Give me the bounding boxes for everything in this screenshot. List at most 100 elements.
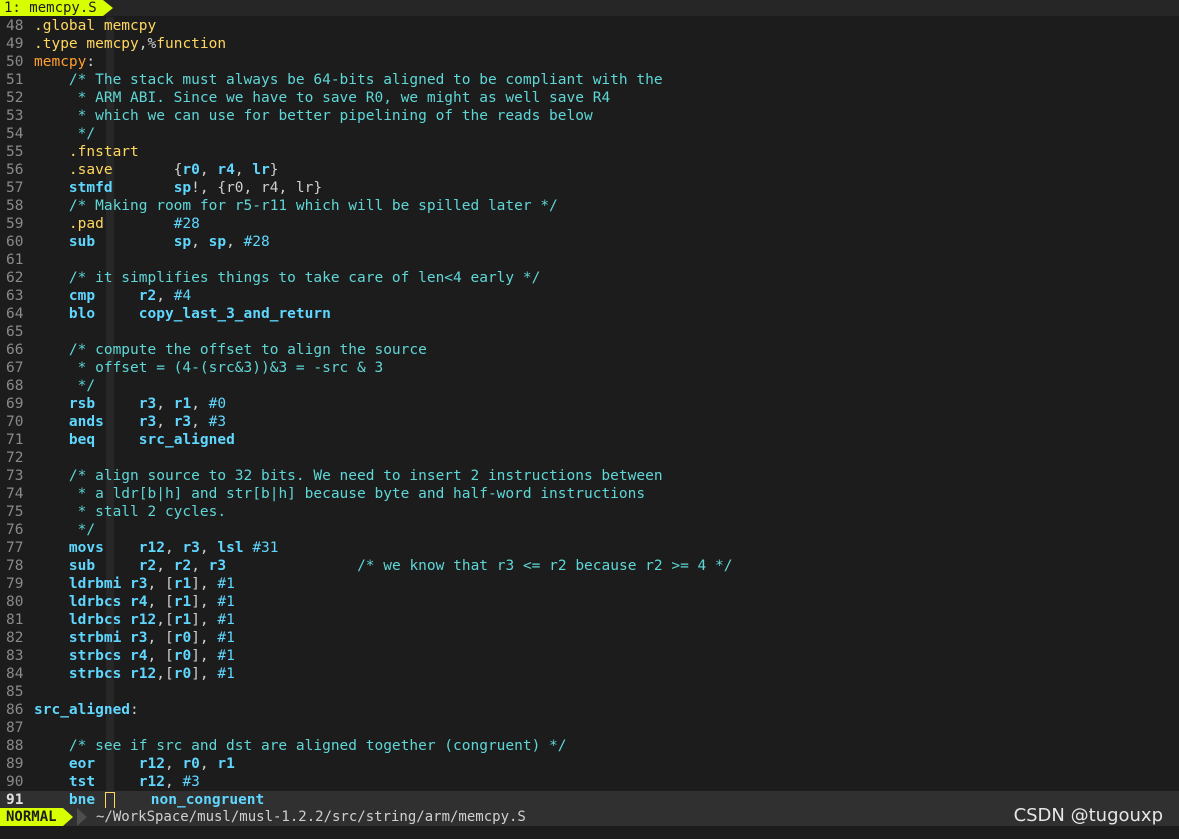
- line-number: 68: [6, 378, 24, 394]
- code-line[interactable]: 56 .save {r0, r4, lr}: [0, 161, 1179, 179]
- code-line[interactable]: 75 * stall 2 cycles.: [0, 503, 1179, 521]
- code-line[interactable]: 63 cmp r2, #4: [0, 287, 1179, 305]
- code-token: #1: [217, 666, 235, 682]
- code-token: ,[: [156, 666, 174, 682]
- line-number: 74: [6, 486, 24, 502]
- code-text: /* Making room for r5-r11 which will be …: [34, 198, 558, 214]
- code-token: blo: [68, 306, 96, 322]
- code-line[interactable]: 71 beq src_aligned: [0, 431, 1179, 449]
- code-line[interactable]: 51 /* The stack must always be 64-bits a…: [0, 71, 1179, 89]
- code-line[interactable]: 48 .global memcpy: [0, 17, 1179, 35]
- code-token: rsb: [68, 396, 96, 412]
- code-token: {: [112, 162, 183, 178]
- code-token: ,: [191, 558, 209, 574]
- code-editor[interactable]: 48 .global memcpy 49 .type memcpy,%function…: [0, 17, 1179, 809]
- code-token: #1: [217, 576, 235, 592]
- code-line[interactable]: 67 * offset = (4-(src&3))&3 = -src & 3: [0, 359, 1179, 377]
- code-token: r2: [138, 288, 157, 304]
- code-line[interactable]: 88 /* see if src and dst are aligned tog…: [0, 737, 1179, 755]
- mode-indicator: NORMAL: [0, 808, 63, 826]
- code-token: strbmi: [68, 630, 122, 646]
- code-token: sub: [68, 558, 96, 574]
- code-line[interactable]: 55 .fnstart: [0, 143, 1179, 161]
- code-line[interactable]: 49 .type memcpy,%function: [0, 35, 1179, 53]
- code-line[interactable]: 53 * which we can use for better pipelin…: [0, 107, 1179, 125]
- code-line[interactable]: 78 sub r2, r2, r3 /* we know that r3 <= …: [0, 557, 1179, 575]
- code-token: sp: [173, 180, 192, 196]
- code-line[interactable]: 74 * a ldr[b|h] and str[b|h] because byt…: [0, 485, 1179, 503]
- code-token: r0: [173, 666, 192, 682]
- watermark: CSDN @tugouxp: [1013, 805, 1163, 826]
- code-token: r0: [173, 630, 192, 646]
- code-line[interactable]: 52 * ARM ABI. Since we have to save R0, …: [0, 89, 1179, 107]
- code-line[interactable]: 87: [0, 719, 1179, 737]
- code-line[interactable]: 61: [0, 251, 1179, 269]
- code-token: strbcs: [68, 666, 122, 682]
- code-text: beq src_aligned: [34, 432, 235, 448]
- code-line[interactable]: 57 stmfd sp!, {r0, r4, lr}: [0, 179, 1179, 197]
- code-text: .save {r0, r4, lr}: [34, 162, 279, 178]
- code-line[interactable]: 68 */: [0, 377, 1179, 395]
- code-token: ,: [156, 288, 174, 304]
- code-token: r12: [138, 774, 165, 790]
- code-line[interactable]: 79 ldrbmi r3, [r1], #1: [0, 575, 1179, 593]
- code-text: tst r12, #3: [34, 774, 200, 790]
- code-line[interactable]: 62 /* it simplifies things to take care …: [0, 269, 1179, 287]
- code-line[interactable]: 72: [0, 449, 1179, 467]
- line-number: 56: [6, 162, 24, 178]
- line-number: 82: [6, 630, 24, 646]
- code-line[interactable]: 54 */: [0, 125, 1179, 143]
- code-text: */: [34, 378, 95, 394]
- code-token: .pad: [68, 216, 104, 232]
- line-number: 53: [6, 108, 24, 124]
- code-line[interactable]: 64 blo copy_last_3_and_return: [0, 305, 1179, 323]
- code-token: #3: [208, 414, 227, 430]
- code-line[interactable]: 70 ands r3, r3, #3: [0, 413, 1179, 431]
- code-token: cmp: [68, 288, 96, 304]
- code-line[interactable]: 73 /* align source to 32 bits. We need t…: [0, 467, 1179, 485]
- code-line[interactable]: 65: [0, 323, 1179, 341]
- code-token: r3: [173, 414, 192, 430]
- code-token: r1: [173, 594, 192, 610]
- code-line[interactable]: 60 sub sp, sp, #28: [0, 233, 1179, 251]
- code-line[interactable]: 86 src_aligned:: [0, 701, 1179, 719]
- code-line[interactable]: 80 ldrbcs r4, [r1], #1: [0, 593, 1179, 611]
- code-line[interactable]: 89 eor r12, r0, r1: [0, 755, 1179, 773]
- code-line[interactable]: 58 /* Making room for r5-r11 which will …: [0, 197, 1179, 215]
- code-text: ldrbmi r3, [r1], #1: [34, 576, 235, 592]
- code-text: rsb r3, r1, #0: [34, 396, 226, 412]
- code-line[interactable]: 91 bne non_congruent: [0, 791, 1179, 809]
- tab-separator-arrow-icon: [103, 0, 113, 16]
- line-number: 67: [6, 360, 24, 376]
- code-token: lsl: [217, 540, 244, 556]
- code-line[interactable]: 90 tst r12, #3: [0, 773, 1179, 791]
- code-token: ],: [191, 612, 218, 628]
- code-line[interactable]: 85: [0, 683, 1179, 701]
- code-text: cmp r2, #4: [34, 288, 191, 304]
- tab-memcpy-s[interactable]: 1: memcpy.S: [0, 0, 103, 16]
- code-line[interactable]: 84 strbcs r12,[r0], #1: [0, 665, 1179, 683]
- code-token: eor: [68, 756, 96, 772]
- code-text: * stall 2 cycles.: [34, 504, 226, 520]
- code-line[interactable]: 76 */: [0, 521, 1179, 539]
- line-number: 65: [6, 324, 24, 340]
- code-line[interactable]: 82 strbmi r3, [r0], #1: [0, 629, 1179, 647]
- code-line[interactable]: 69 rsb r3, r1, #0: [0, 395, 1179, 413]
- code-token: , [: [147, 648, 174, 664]
- code-line[interactable]: 59 .pad #28: [0, 215, 1179, 233]
- code-line[interactable]: 66 /* compute the offset to align the so…: [0, 341, 1179, 359]
- code-line[interactable]: 83 strbcs r4, [r0], #1: [0, 647, 1179, 665]
- code-line[interactable]: 81 ldrbcs r12,[r1], #1: [0, 611, 1179, 629]
- code-token: :: [130, 702, 139, 718]
- code-line[interactable]: 50 memcpy:: [0, 53, 1179, 71]
- line-number: 55: [6, 144, 24, 160]
- line-number: 62: [6, 270, 24, 286]
- code-line[interactable]: 77 movs r12, r3, lsl #31: [0, 539, 1179, 557]
